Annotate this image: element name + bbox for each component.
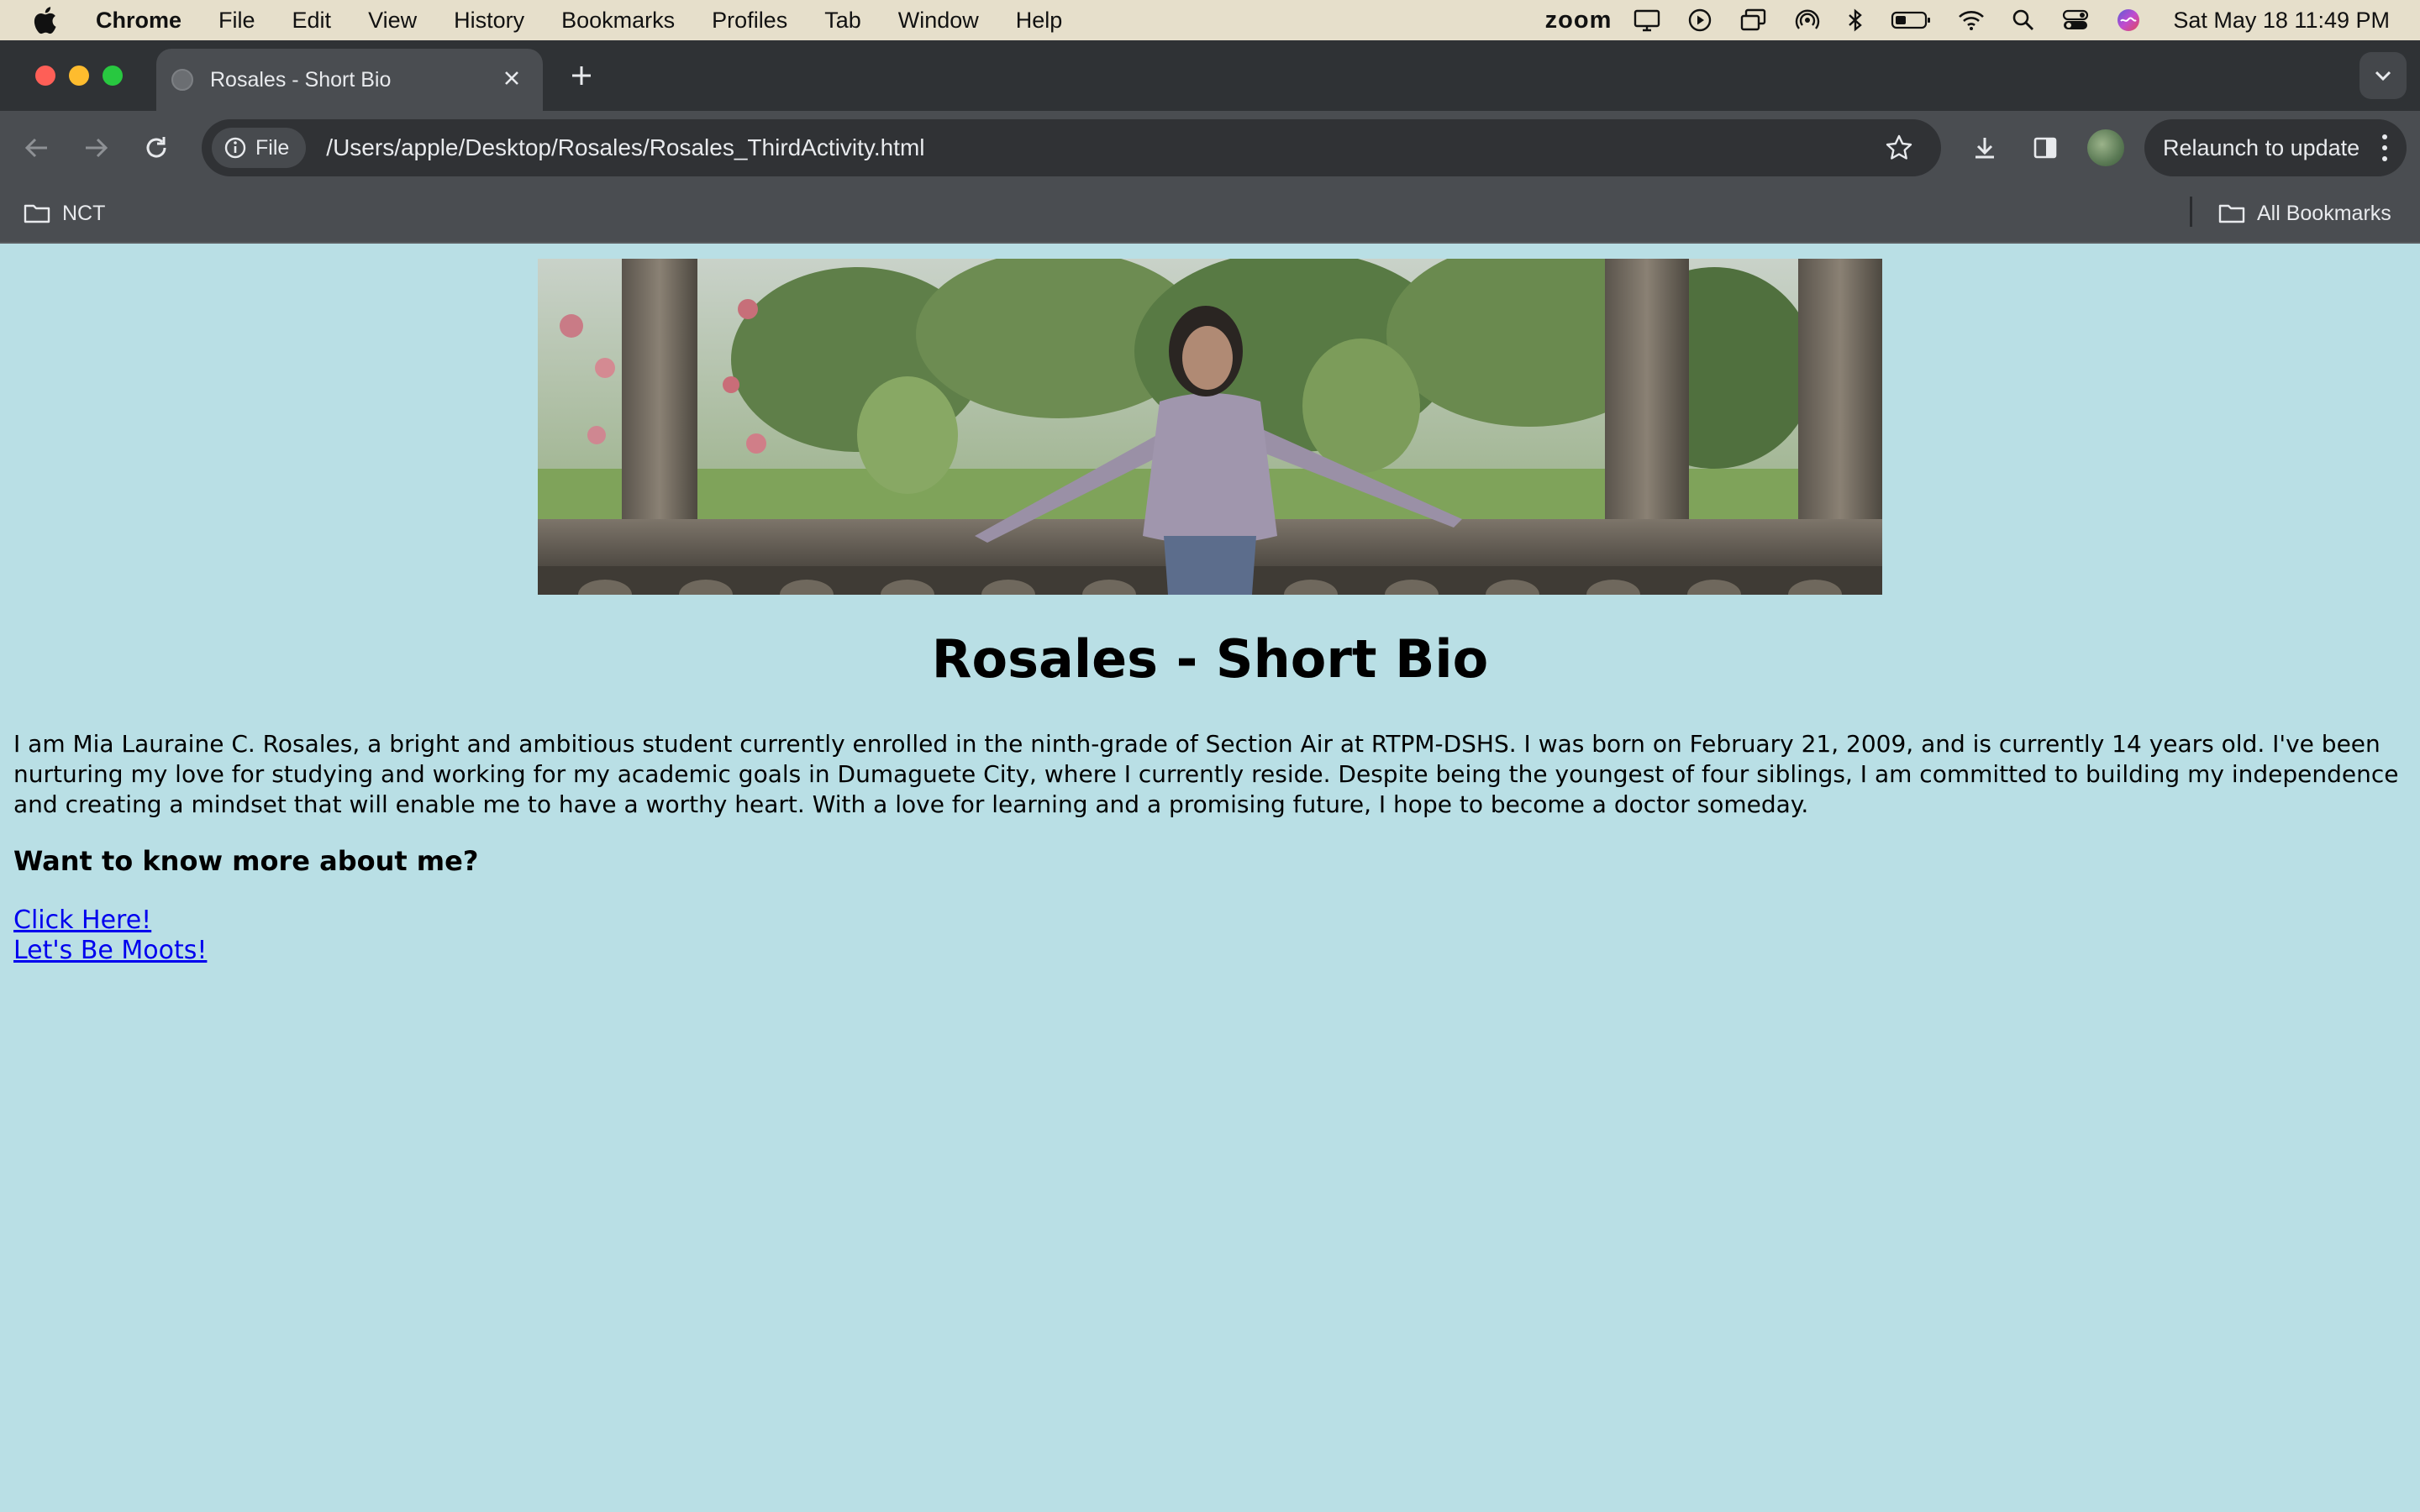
reload-icon[interactable]	[138, 129, 175, 166]
side-panel-icon[interactable]	[2027, 129, 2064, 166]
site-info-label: File	[255, 135, 290, 160]
lets-be-moots-link[interactable]: Let's Be Moots!	[13, 936, 207, 965]
screen-mirroring-icon[interactable]	[1739, 8, 1768, 33]
browser-toolbar: File /Users/apple/Desktop/Rosales/Rosale…	[0, 111, 2420, 185]
siri-icon[interactable]	[2116, 8, 2141, 33]
profile-avatar[interactable]	[2087, 129, 2124, 166]
back-arrow-icon[interactable]	[18, 129, 55, 166]
garden-portrait-image	[538, 259, 1882, 595]
forward-arrow-icon[interactable]	[77, 129, 114, 166]
tab-close-icon[interactable]	[499, 66, 524, 91]
site-info-chip[interactable]: File	[212, 128, 307, 168]
bookmarks-bar: NCT All Bookmarks	[0, 185, 2420, 244]
battery-icon[interactable]	[1891, 10, 1931, 30]
menu-tab[interactable]: Tab	[824, 8, 861, 34]
window-zoom-button[interactable]	[103, 66, 123, 86]
bookmark-folder-nct[interactable]: NCT	[24, 197, 105, 230]
menubar-status-area: zoom Sat May 18 11:49 PM	[1545, 0, 2390, 40]
menu-window[interactable]: Window	[898, 8, 979, 34]
spotlight-search-icon[interactable]	[2012, 8, 2035, 32]
relaunch-to-update-button[interactable]: Relaunch to update	[2144, 119, 2407, 176]
menu-help[interactable]: Help	[1016, 8, 1063, 34]
menu-history[interactable]: History	[454, 8, 524, 34]
bluetooth-icon[interactable]	[1847, 8, 1864, 33]
page-title: Rosales - Short Bio	[931, 628, 1489, 690]
menubar-clock[interactable]: Sat May 18 11:49 PM	[2173, 8, 2390, 34]
macos-menubar: Chrome File Edit View History Bookmarks …	[0, 0, 2420, 40]
new-tab-plus-icon[interactable]	[565, 59, 598, 92]
zoom-status-item[interactable]: zoom	[1545, 7, 1612, 34]
wifi-icon[interactable]	[1958, 9, 1985, 31]
folder-icon	[24, 204, 50, 223]
tab-rosales-short-bio[interactable]: Rosales - Short Bio	[156, 49, 543, 111]
tab-title: Rosales - Short Bio	[210, 67, 392, 92]
download-icon[interactable]	[1966, 129, 2003, 166]
menu-file[interactable]: File	[218, 8, 255, 34]
all-bookmarks-button[interactable]: All Bookmarks	[2218, 197, 2391, 230]
window-close-button[interactable]	[35, 66, 55, 86]
display-icon[interactable]	[1634, 8, 1660, 32]
bookmarks-divider	[2190, 197, 2192, 227]
app-menu-chrome[interactable]: Chrome	[96, 8, 182, 34]
menu-profiles[interactable]: Profiles	[712, 8, 787, 34]
folder-icon	[2218, 204, 2245, 223]
bookmark-star-icon[interactable]	[1882, 131, 1916, 165]
menu-view[interactable]: View	[368, 8, 417, 34]
click-here-link[interactable]: Click Here!	[13, 906, 151, 935]
menu-edit[interactable]: Edit	[292, 8, 332, 34]
tab-favicon-icon	[171, 69, 193, 91]
info-icon	[224, 137, 246, 159]
window-minimize-button[interactable]	[69, 66, 89, 86]
web-page-content: Rosales - Short Bio I am Mia Lauraine C.…	[0, 244, 2420, 1512]
bookmark-label: NCT	[62, 201, 106, 225]
tab-search-chevron-down-icon[interactable]	[2360, 52, 2407, 99]
control-center-icon[interactable]	[2062, 8, 2089, 32]
more-options-icon[interactable]	[2381, 134, 2388, 161]
airdrop-icon[interactable]	[1795, 8, 1820, 33]
all-bookmarks-label: All Bookmarks	[2257, 201, 2391, 225]
relaunch-label: Relaunch to update	[2163, 134, 2360, 160]
play-circle-icon[interactable]	[1687, 8, 1712, 33]
apple-menu-icon[interactable]	[32, 6, 66, 34]
address-bar[interactable]: File /Users/apple/Desktop/Rosales/Rosale…	[202, 119, 1941, 176]
bio-paragraph: I am Mia Lauraine C. Rosales, a bright a…	[13, 730, 2399, 818]
menu-bookmarks[interactable]: Bookmarks	[561, 8, 675, 34]
url-text[interactable]: /Users/apple/Desktop/Rosales/Rosales_Thi…	[326, 134, 924, 161]
browser-tab-strip: Rosales - Short Bio	[0, 40, 2420, 111]
header-photo	[538, 259, 1882, 595]
know-more-heading: Want to know more about me?	[13, 845, 479, 877]
